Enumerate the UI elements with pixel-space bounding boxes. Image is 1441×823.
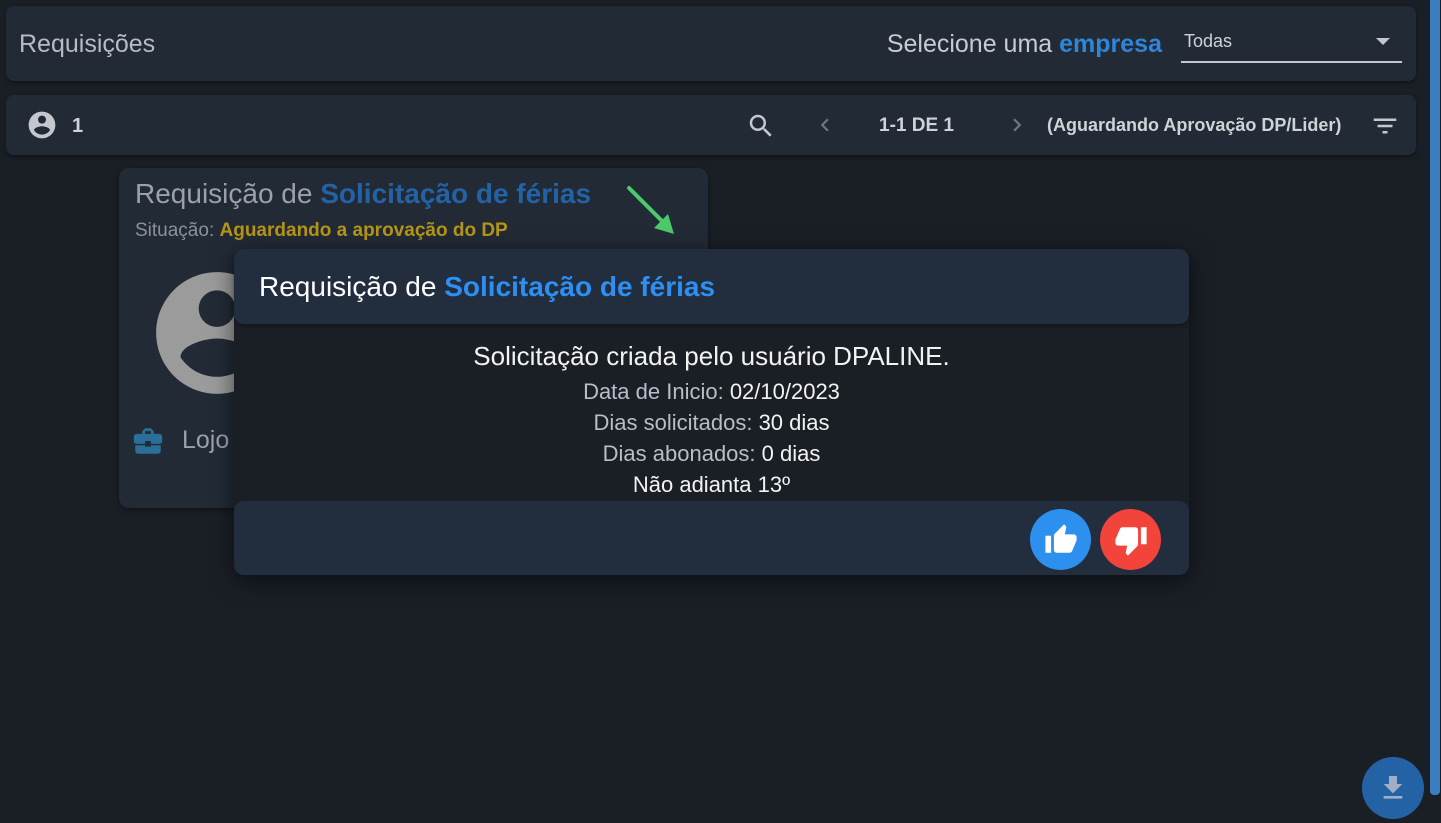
filter-list-icon[interactable] [1370,111,1400,141]
page-header: Requisições Selecione uma empresa Todas [6,6,1416,81]
start-date-label: Data de Inicio: [583,379,730,404]
chevron-down-icon [1376,38,1390,45]
company-label-prefix: Selecione uma [886,30,1060,58]
card-company-name: Lojo [182,426,230,454]
days-paid-row: Dias abonados: 0 dias [234,438,1189,469]
thumb-down-icon [1114,526,1147,556]
account-circle-icon [28,111,56,139]
status-filter-label: (Aguardando Aprovação DP/Lider) [1047,115,1342,135]
dialog-title: Requisição de Solicitação de férias [259,271,715,303]
dialog-title-highlight: Solicitação de férias [444,271,716,302]
company-select-value: Todas [1184,31,1233,51]
request-detail-dialog: Requisição de Solicitação de férias Soli… [234,249,1189,575]
days-requested-label: Dias solicitados: [593,410,759,435]
list-toolbar: 1 1-1 DE 1 (Aguardando Aprovação DP/Lide… [6,95,1416,155]
scrollbar-thumb[interactable] [1430,0,1440,795]
days-requested-row: Dias solicitados: 30 dias [234,407,1189,438]
page-title: Requisições [19,30,156,58]
card-status-label: Situação: [135,220,220,241]
chevron-left-icon[interactable] [812,112,838,138]
status-badge: Aguardando a aprovação do DP [219,220,508,241]
arrow-down-right-icon [627,186,674,234]
download-icon [1383,776,1403,799]
scrollbar-track[interactable] [1428,0,1441,823]
dialog-actions [234,501,1189,575]
dialog-body: Solicitação criada pelo usuário DPALINE.… [234,341,1189,500]
start-date-value: 02/10/2023 [729,379,840,404]
created-by-text: Solicitação criada pelo usuário DPALINE. [473,341,950,371]
card-title-prefix: Requisição de [135,178,321,209]
briefcase-icon [133,428,163,454]
days-paid-label: Dias abonados: [602,441,762,466]
dialog-title-prefix: Requisição de [259,271,445,302]
company-label-highlight: empresa [1059,30,1162,58]
dialog-header: Requisição de Solicitação de férias [234,249,1189,324]
user-count: 1 [72,115,84,137]
chevron-right-icon[interactable] [1004,112,1030,138]
company-select-label: Selecione uma empresa [887,30,1162,59]
card-title-highlight: Solicitação de férias [320,178,592,209]
search-icon[interactable] [746,111,776,141]
card-title: Requisição de Solicitação de férias [135,178,591,210]
card-status: Situação: Aguardando a aprovação do DP [135,220,508,242]
start-date-row: Data de Inicio: 02/10/2023 [234,376,1189,407]
advance-13-text: Não adianta 13º [632,472,791,497]
approve-button[interactable] [1030,509,1091,570]
days-paid-value: 0 dias [761,441,821,466]
company-select[interactable]: Todas [1181,28,1402,63]
days-requested-value: 30 dias [758,410,830,435]
thumb-up-icon [1044,523,1077,553]
download-button[interactable] [1362,757,1424,819]
reject-button[interactable] [1100,509,1161,570]
pagination-range: 1-1 DE 1 [879,115,954,136]
